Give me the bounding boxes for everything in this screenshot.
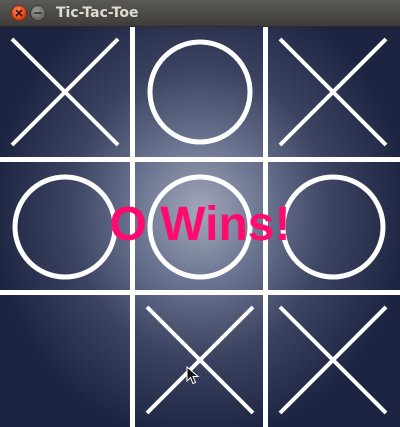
board-cell-0[interactable] (0, 27, 130, 157)
window-title: Tic-Tac-Toe (56, 5, 139, 21)
mouse-cursor-icon (186, 366, 200, 385)
minimize-icon (34, 12, 42, 14)
close-button[interactable] (11, 5, 27, 21)
board-cell-6[interactable] (0, 295, 130, 425)
x-mark-icon (145, 305, 255, 415)
win-message: O Wins! (109, 198, 291, 251)
x-mark-icon (278, 37, 388, 147)
board-cell-7[interactable] (135, 295, 265, 425)
board-cell-1[interactable] (135, 27, 265, 157)
minimize-button[interactable] (30, 5, 46, 21)
board-cell-2[interactable] (268, 27, 398, 157)
game-board: O Wins! (0, 27, 400, 427)
game-window: Tic-Tac-Toe O Wins! (0, 0, 400, 427)
title-bar[interactable]: Tic-Tac-Toe (0, 0, 400, 27)
x-mark-icon (10, 37, 120, 147)
x-mark-icon (278, 305, 388, 415)
board-cell-8[interactable] (268, 295, 398, 425)
close-icon (15, 9, 23, 17)
o-mark-icon (147, 39, 253, 145)
